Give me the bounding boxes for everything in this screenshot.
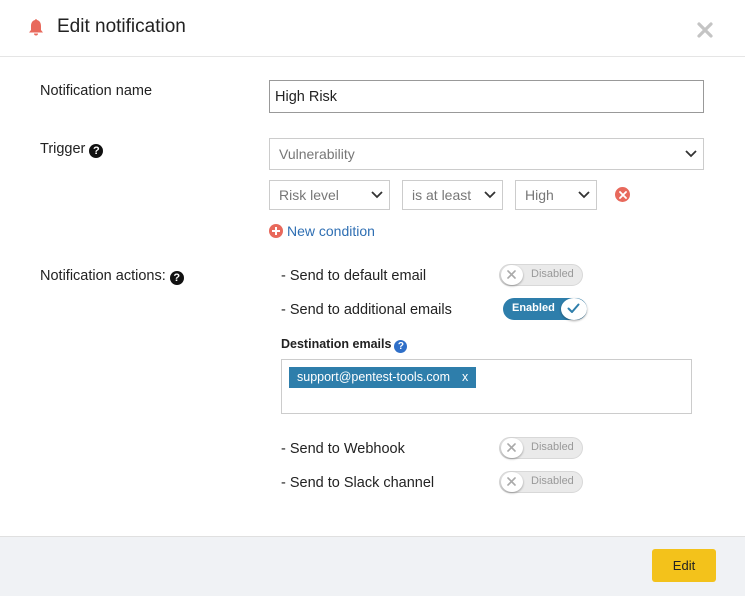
trigger-select-value: Vulnerability <box>279 146 355 162</box>
trigger-select[interactable]: Vulnerability <box>269 138 704 170</box>
x-icon <box>507 270 516 279</box>
chevron-down-icon <box>371 191 383 199</box>
x-icon <box>507 443 516 452</box>
condition-field-select[interactable]: Risk level <box>269 180 390 210</box>
destination-emails-label: Destination emails? <box>281 337 408 353</box>
chevron-down-icon <box>578 191 590 199</box>
condition-field-value: Risk level <box>279 187 339 203</box>
email-tag-label: support@pentest-tools.com <box>297 370 451 384</box>
toggle-state-label: Disabled <box>531 441 574 453</box>
help-icon[interactable]: ? <box>169 271 184 285</box>
default-email-toggle[interactable]: Disabled <box>499 264 583 286</box>
dialog-header: Edit notification <box>0 0 745 57</box>
new-condition-label: New condition <box>287 223 375 239</box>
action-slack-label: - Send to Slack channel <box>281 475 435 491</box>
destination-emails-input[interactable]: support@pentest-tools.com x <box>281 359 692 414</box>
toggle-state-label: Disabled <box>531 268 574 280</box>
bell-icon <box>29 19 43 36</box>
condition-value-select[interactable]: High <box>515 180 597 210</box>
check-icon <box>567 303 580 313</box>
condition-value-value: High <box>525 187 554 203</box>
remove-condition-icon[interactable] <box>615 187 630 202</box>
trigger-label: Trigger? <box>40 141 104 158</box>
action-webhook-label: - Send to Webhook <box>281 441 405 457</box>
new-condition-link[interactable]: New condition <box>269 223 375 239</box>
notification-name-label: Notification name <box>40 83 153 99</box>
dialog-footer <box>0 536 745 596</box>
x-icon <box>507 477 516 486</box>
toggle-state-label: Disabled <box>531 475 574 487</box>
action-additional-emails-label: - Send to additional emails <box>281 302 452 318</box>
close-icon[interactable] <box>695 20 715 40</box>
chevron-down-icon <box>484 191 496 199</box>
help-icon[interactable]: ? <box>394 340 408 353</box>
help-icon[interactable]: ? <box>89 144 104 158</box>
toggle-state-label: Enabled <box>512 302 555 314</box>
chevron-down-icon <box>685 150 697 158</box>
notification-name-input[interactable]: High Risk <box>269 80 704 113</box>
slack-toggle[interactable]: Disabled <box>499 471 583 493</box>
condition-operator-value: is at least <box>412 187 472 203</box>
plus-icon <box>269 224 283 238</box>
email-tag: support@pentest-tools.com x <box>289 367 477 388</box>
additional-emails-toggle[interactable]: Enabled <box>503 298 587 320</box>
notification-actions-label: Notification actions:? <box>40 268 184 285</box>
remove-email-button[interactable]: x <box>462 370 468 384</box>
webhook-toggle[interactable]: Disabled <box>499 437 583 459</box>
edit-notification-dialog: Edit notification Notification name High… <box>0 0 745 596</box>
condition-operator-select[interactable]: is at least <box>402 180 503 210</box>
edit-button[interactable]: Edit <box>652 549 716 582</box>
dialog-title: Edit notification <box>57 16 186 37</box>
action-default-email-label: - Send to default email <box>281 268 427 284</box>
